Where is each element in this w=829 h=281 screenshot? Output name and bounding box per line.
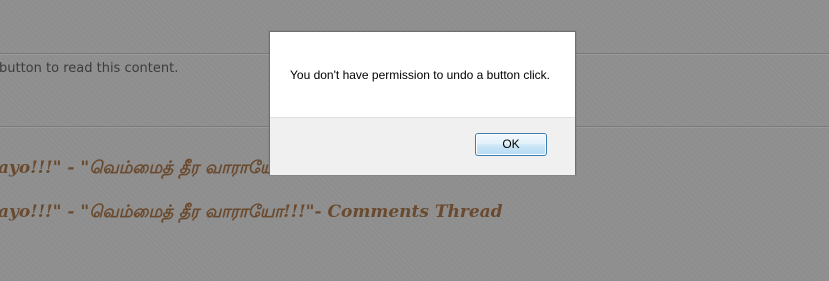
content-notice: button to read this content. [0, 61, 179, 76]
dialog-footer: OK [270, 117, 575, 175]
ok-button[interactable]: OK [475, 133, 547, 156]
dialog-message: You don't have permission to undo a butt… [290, 68, 551, 82]
alert-dialog: You don't have permission to undo a butt… [269, 31, 576, 175]
thread-title-link[interactable]: ayo!!!" - "வெம்மைத் தீர வாராயோ!!!"- Comm… [0, 202, 503, 224]
